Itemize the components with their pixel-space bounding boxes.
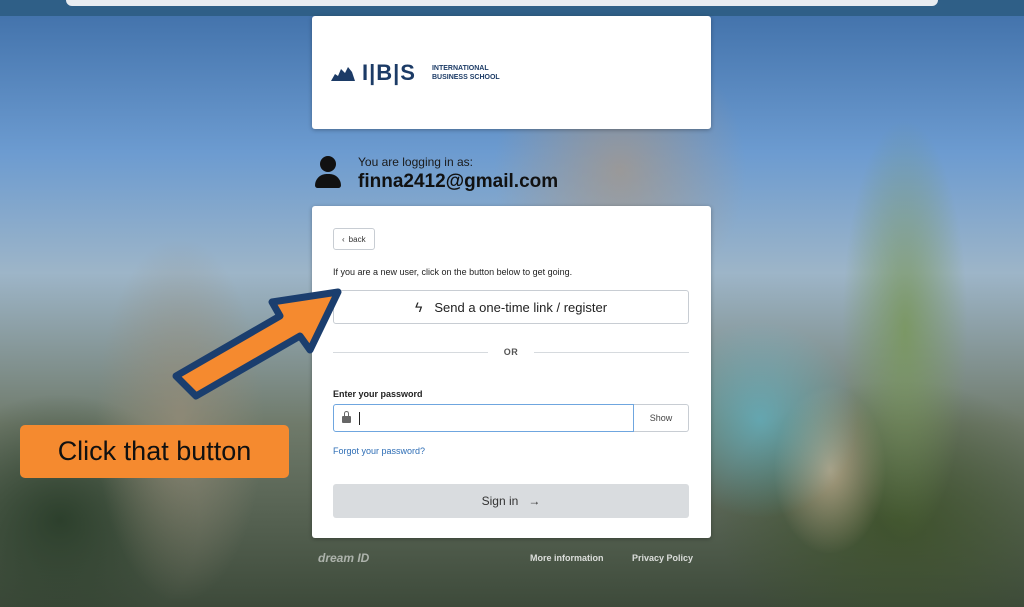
new-user-hint: If you are a new user, click on the butt… [333,267,573,277]
back-label: back [348,234,366,244]
pointing-arrow-icon [172,288,342,400]
privacy-policy-link[interactable]: Privacy Policy [632,553,693,563]
forgot-password-link[interactable]: Forgot your password? [333,446,425,456]
login-card: ‹ back If you are a new user, click on t… [312,206,711,538]
divider-line [534,351,689,353]
password-field-group: Show [333,404,689,432]
send-link-label: Send a one-time link / register [434,299,608,315]
send-one-time-link-button[interactable]: ϟ Send a one-time link / register [333,290,689,324]
tree-logo-icon [331,67,355,81]
ibs-logo: I|B|S INTERNATIONAL BUSINESS SCHOOL [330,60,500,86]
address-bar[interactable] [66,0,938,6]
logo-text: INTERNATIONAL BUSINESS SCHOOL [432,64,500,82]
sign-in-label: Sign in [481,494,519,508]
logo-line-2: BUSINESS SCHOOL [431,74,500,81]
current-user: You are logging in as: finna2412@gmail.c… [314,152,558,193]
brand-card: I|B|S INTERNATIONAL BUSINESS SCHOOL [312,16,711,129]
chevron-left-icon: ‹ [342,234,345,244]
logo-mark: I|B|S [362,60,416,85]
password-input[interactable] [333,404,634,432]
or-label: OR [503,347,519,357]
show-password-button[interactable]: Show [634,404,689,432]
more-information-link[interactable]: More information [530,553,604,563]
dream-id-logo: dream ID [318,551,370,565]
user-icon [314,152,342,190]
user-email: finna2412@gmail.com [358,171,559,192]
logo-line-1: INTERNATIONAL [431,65,489,72]
login-as-label: You are logging in as: [358,155,473,169]
lightning-bolt-icon: ϟ [414,299,423,315]
back-button[interactable]: ‹ back [333,228,375,250]
or-divider: OR [333,347,689,357]
instruction-callout: Click that button [20,425,289,478]
sign-in-button[interactable]: Sign in → [333,484,689,518]
arrow-right-icon: → [528,494,541,508]
